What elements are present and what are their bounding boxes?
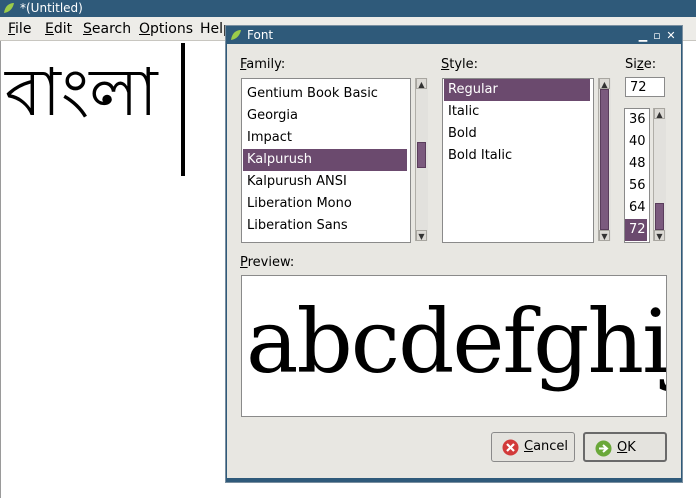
family-item[interactable]: Liberation Sans — [243, 215, 407, 237]
dialog-bottom-border — [226, 478, 682, 481]
menu-search[interactable]: Search — [83, 21, 131, 37]
family-item[interactable]: Gentium Book Basic — [243, 83, 407, 105]
text-cursor — [181, 43, 185, 176]
size-item-selected[interactable]: 72 — [625, 219, 647, 241]
style-item[interactable]: Bold — [444, 123, 590, 145]
dialog-title: Font — [247, 28, 274, 42]
family-scroll-thumb[interactable] — [417, 142, 426, 168]
main-titlebar: *(Untitled) — [0, 0, 696, 17]
family-label: Family: — [240, 57, 286, 72]
menu-options[interactable]: Options — [139, 21, 193, 37]
scroll-up-icon[interactable]: ▲ — [599, 78, 610, 89]
family-list[interactable]: Gentium Book Basic Georgia Impact Kalpur… — [241, 78, 411, 243]
style-scroll-thumb[interactable] — [600, 89, 609, 230]
window-title: *(Untitled) — [20, 1, 83, 15]
family-item[interactable]: Impact — [243, 127, 407, 149]
size-item[interactable]: 40 — [625, 131, 647, 153]
ok-arrow-icon — [595, 440, 612, 457]
style-item-selected[interactable]: Regular — [444, 79, 590, 101]
dialog-titlebar: Font ▁ ▫ ✕ — [227, 27, 681, 44]
scroll-down-icon[interactable]: ▼ — [599, 230, 610, 241]
family-item[interactable]: Kalpurush ANSI — [243, 171, 407, 193]
style-item[interactable]: Italic — [444, 101, 590, 123]
menu-edit[interactable]: Edit — [45, 21, 72, 37]
preview-text: abcdefghijk — [246, 290, 667, 393]
scroll-down-icon[interactable]: ▼ — [654, 230, 665, 241]
size-list[interactable]: 36 40 48 56 64 72 — [624, 108, 650, 243]
family-item[interactable]: Liberation Mono — [243, 193, 407, 215]
menu-file[interactable]: File — [8, 21, 31, 37]
style-scrollbar[interactable]: ▲ ▼ — [598, 78, 611, 241]
size-input[interactable]: 72 — [625, 77, 665, 97]
dialog-leaf-icon — [231, 30, 241, 40]
style-list[interactable]: Regular Italic Bold Bold Italic — [442, 78, 594, 243]
editor-text: বাংলা — [5, 54, 158, 131]
scroll-up-icon[interactable]: ▲ — [654, 108, 665, 119]
size-item[interactable]: 36 — [625, 109, 647, 131]
size-item[interactable]: 48 — [625, 153, 647, 175]
family-item[interactable]: Georgia — [243, 105, 407, 127]
maximize-icon[interactable]: ▫ — [651, 27, 663, 44]
preview-label: Preview: — [240, 255, 295, 270]
scroll-up-icon[interactable]: ▲ — [416, 78, 427, 89]
style-label: Style: — [441, 57, 479, 72]
size-item[interactable]: 56 — [625, 175, 647, 197]
size-scrollbar[interactable]: ▲ ▼ — [653, 108, 666, 241]
app-leaf-icon — [4, 3, 14, 13]
scroll-down-icon[interactable]: ▼ — [416, 230, 427, 241]
size-scroll-thumb[interactable] — [655, 203, 664, 230]
cancel-icon — [502, 439, 519, 456]
style-item[interactable]: Bold Italic — [444, 145, 590, 167]
size-item[interactable]: 64 — [625, 197, 647, 219]
family-item-selected[interactable]: Kalpurush — [243, 149, 407, 171]
font-dialog: Font ▁ ▫ ✕ Family: Style: Size: Gentium … — [226, 26, 682, 482]
close-icon[interactable]: ✕ — [665, 27, 677, 44]
family-scrollbar[interactable]: ▲ ▼ — [415, 78, 428, 241]
size-label: Size: — [625, 57, 657, 72]
minimize-icon[interactable]: ▁ — [637, 27, 649, 44]
preview-box: abcdefghijk — [241, 275, 667, 417]
ok-button[interactable]: OK — [583, 432, 667, 462]
cancel-button[interactable]: Cancel — [491, 432, 575, 462]
